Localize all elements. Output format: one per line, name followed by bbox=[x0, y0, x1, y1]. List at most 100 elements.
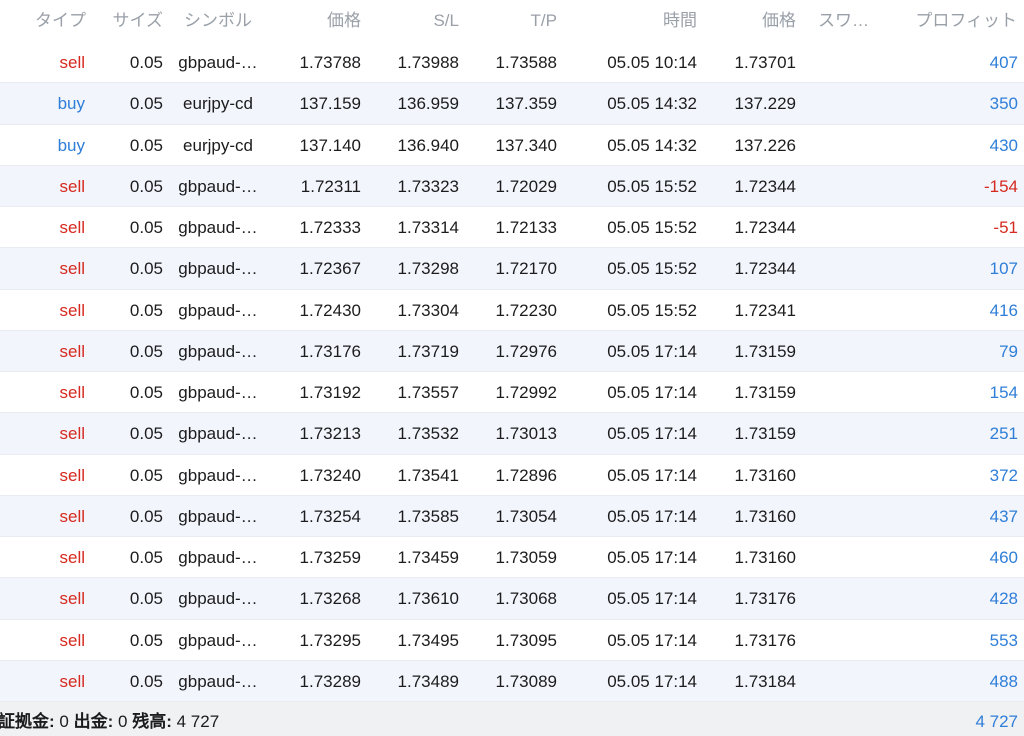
cell-time: 05.05 17:14 bbox=[607, 671, 697, 691]
header-price[interactable]: 価格 bbox=[705, 0, 796, 42]
cell-type: sell bbox=[59, 341, 85, 361]
cell-sl: 1.73323 bbox=[397, 176, 459, 196]
table-row[interactable]: sell 0.05 gbpaud-… 1.73259 1.73459 1.73059 05.… bbox=[0, 537, 1024, 579]
table-row[interactable]: sell 0.05 gbpaud-… 1.73254 1.73585 1.73054 05.… bbox=[0, 495, 1024, 537]
account-summary-bar: 証拠金: 0 出金: 0 残高: 4 727 4 727 bbox=[0, 702, 1024, 736]
cell-open-price: 1.73259 bbox=[299, 548, 361, 567]
cell-tp: 1.73068 bbox=[495, 589, 557, 609]
cell-profit: 460 bbox=[989, 548, 1018, 567]
cell-type: sell bbox=[59, 589, 85, 609]
cell-type: sell bbox=[59, 671, 85, 691]
cell-tp: 1.73588 bbox=[495, 53, 557, 72]
cell-open-price: 1.73295 bbox=[299, 630, 361, 650]
cell-size: 0.05 bbox=[129, 548, 163, 567]
header-type[interactable]: タイプ bbox=[0, 0, 86, 42]
cell-swap bbox=[818, 620, 888, 660]
cell-type: buy bbox=[57, 94, 85, 114]
cell-swap bbox=[818, 661, 888, 701]
cell-swap bbox=[818, 83, 888, 123]
table-row[interactable]: sell 0.05 gbpaud-… 1.73788 1.73988 1.73588 05.… bbox=[0, 42, 1024, 84]
cell-profit: 372 bbox=[989, 465, 1018, 485]
cell-time: 05.05 17:14 bbox=[607, 341, 697, 361]
cell-open-price: 137.159 bbox=[299, 94, 361, 114]
cell-size: 0.05 bbox=[129, 341, 163, 361]
cell-sl: 1.73557 bbox=[397, 383, 459, 402]
cell-profit: -51 bbox=[993, 218, 1018, 237]
header-sl[interactable]: S/L bbox=[370, 0, 459, 42]
cell-size: 0.05 bbox=[129, 218, 163, 237]
balance-label: 残高: bbox=[132, 712, 172, 731]
header-swap[interactable]: スワ… bbox=[818, 0, 888, 42]
cell-sl: 136.959 bbox=[397, 94, 459, 114]
header-time[interactable]: 時間 bbox=[570, 0, 697, 42]
cell-price: 1.72344 bbox=[734, 218, 796, 237]
cell-open-price: 1.72430 bbox=[299, 300, 361, 320]
table-row[interactable]: buy 0.05 eurjpy-cd 137.159 136.959 137.359 05.… bbox=[0, 83, 1024, 125]
cell-time: 05.05 15:52 bbox=[607, 218, 697, 237]
cell-type: sell bbox=[59, 259, 85, 279]
cell-tp: 1.73095 bbox=[495, 630, 557, 650]
cell-size: 0.05 bbox=[129, 506, 163, 526]
trade-positions-screen: タイプ サイズ シンボル 価格 S/L T/P 時間 価格 スワ… プロフィット… bbox=[0, 0, 1024, 736]
cell-profit: 251 bbox=[989, 424, 1018, 444]
cell-profit: 437 bbox=[989, 506, 1018, 526]
cell-price: 1.73159 bbox=[734, 424, 796, 444]
cell-type: sell bbox=[59, 465, 85, 485]
column-header: タイプ サイズ シンボル 価格 S/L T/P 時間 価格 スワ… プロフィット bbox=[0, 0, 1024, 42]
cell-price: 137.226 bbox=[734, 135, 796, 155]
cell-swap bbox=[818, 455, 888, 495]
cell-time: 05.05 17:14 bbox=[607, 383, 697, 402]
cell-sl: 1.73610 bbox=[397, 589, 459, 609]
cell-symbol: eurjpy-cd bbox=[183, 94, 253, 114]
cell-open-price: 137.140 bbox=[299, 135, 361, 155]
cell-time: 05.05 15:52 bbox=[607, 176, 697, 196]
table-row[interactable]: sell 0.05 gbpaud-… 1.73192 1.73557 1.72992 05.… bbox=[0, 372, 1024, 414]
cell-symbol: gbpaud-… bbox=[178, 53, 258, 72]
cell-sl: 1.73314 bbox=[397, 218, 459, 237]
cell-profit: 107 bbox=[989, 259, 1018, 279]
table-row[interactable]: buy 0.05 eurjpy-cd 137.140 136.940 137.340 05.… bbox=[0, 124, 1024, 166]
cell-size: 0.05 bbox=[129, 176, 163, 196]
table-row[interactable]: sell 0.05 gbpaud-… 1.73289 1.73489 1.73089 05.… bbox=[0, 660, 1024, 702]
cell-symbol: gbpaud-… bbox=[178, 259, 258, 279]
header-profit[interactable]: プロフィット bbox=[890, 0, 1017, 42]
table-row[interactable]: sell 0.05 gbpaud-… 1.73176 1.73719 1.72976 05.… bbox=[0, 330, 1024, 372]
cell-time: 05.05 17:14 bbox=[607, 589, 697, 609]
table-row[interactable]: sell 0.05 gbpaud-… 1.73268 1.73610 1.73068 05.… bbox=[0, 578, 1024, 620]
cell-swap bbox=[818, 125, 888, 165]
cell-symbol: gbpaud-… bbox=[178, 218, 258, 237]
cell-tp: 1.72133 bbox=[495, 218, 557, 237]
cell-symbol: eurjpy-cd bbox=[183, 135, 253, 155]
table-row[interactable]: sell 0.05 gbpaud-… 1.73240 1.73541 1.72896 05.… bbox=[0, 454, 1024, 496]
table-row[interactable]: sell 0.05 gbpaud-… 1.72333 1.73314 1.72133 05.… bbox=[0, 207, 1024, 249]
cell-profit: 350 bbox=[989, 94, 1018, 114]
table-row[interactable]: sell 0.05 gbpaud-… 1.72430 1.73304 1.72230 05.… bbox=[0, 289, 1024, 331]
cell-swap bbox=[818, 413, 888, 453]
cell-tp: 1.73089 bbox=[495, 671, 557, 691]
cell-profit: 79 bbox=[999, 341, 1018, 361]
cell-tp: 1.73059 bbox=[495, 548, 557, 567]
table-row[interactable]: sell 0.05 gbpaud-… 1.72311 1.73323 1.72029 05.… bbox=[0, 165, 1024, 207]
header-open-price[interactable]: 価格 bbox=[270, 0, 361, 42]
cell-sl: 1.73304 bbox=[397, 300, 459, 320]
cell-price: 1.73160 bbox=[734, 548, 796, 567]
cell-tp: 1.72896 bbox=[495, 465, 557, 485]
cell-profit: 154 bbox=[989, 383, 1018, 402]
cell-symbol: gbpaud-… bbox=[178, 548, 258, 567]
cell-size: 0.05 bbox=[129, 259, 163, 279]
header-symbol[interactable]: シンボル bbox=[170, 0, 266, 42]
cell-tp: 1.73013 bbox=[495, 424, 557, 444]
cell-sl: 1.73585 bbox=[397, 506, 459, 526]
cell-size: 0.05 bbox=[129, 300, 163, 320]
cell-time: 05.05 17:14 bbox=[607, 630, 697, 650]
table-row[interactable]: sell 0.05 gbpaud-… 1.73295 1.73495 1.73095 05.… bbox=[0, 619, 1024, 661]
cell-tp: 1.73054 bbox=[495, 506, 557, 526]
header-tp[interactable]: T/P bbox=[465, 0, 557, 42]
table-row[interactable]: sell 0.05 gbpaud-… 1.72367 1.73298 1.72170 05.… bbox=[0, 248, 1024, 290]
cell-tp: 137.359 bbox=[495, 94, 557, 114]
cell-price: 1.72344 bbox=[734, 176, 796, 196]
cell-open-price: 1.73192 bbox=[299, 383, 361, 402]
cell-size: 0.05 bbox=[129, 383, 163, 402]
header-size[interactable]: サイズ bbox=[90, 0, 164, 42]
table-row[interactable]: sell 0.05 gbpaud-… 1.73213 1.73532 1.73013 05.… bbox=[0, 413, 1024, 455]
